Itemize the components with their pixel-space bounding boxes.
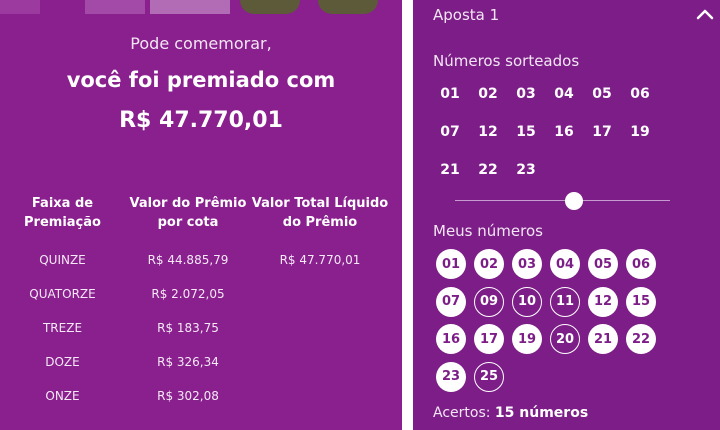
my-number-hit: 05: [588, 249, 618, 279]
header-tier-line2: Premiação: [24, 215, 101, 230]
header-tier: Faixa de Premiação: [10, 194, 115, 232]
header-total-line2: do Prêmio: [282, 215, 358, 230]
drawn-number: 01: [440, 86, 460, 102]
hits-summary: Acertos: 15 números: [433, 405, 588, 421]
my-number-hit: 21: [588, 324, 618, 354]
drawn-number: 05: [592, 86, 612, 102]
congrats-text: Pode comemorar,: [130, 34, 272, 53]
header-per-share-line1: Valor do Prêmio: [129, 196, 247, 211]
my-number-miss: 25: [474, 361, 504, 392]
my-number-hit: 22: [626, 324, 656, 354]
row-tier: QUATORZE: [29, 287, 96, 301]
my-number-hit: 16: [436, 324, 466, 354]
drawn-number: 12: [478, 124, 498, 140]
my-number-hit: 04: [550, 249, 580, 279]
row-tier: QUINZE: [39, 253, 86, 267]
my-number-miss: 20: [550, 324, 580, 354]
drawn-number: 15: [516, 124, 536, 140]
row-per-share: R$ 183,75: [157, 321, 219, 335]
hits-value: 15 números: [494, 405, 589, 421]
drawn-number: 23: [516, 162, 536, 178]
my-number-hit: 15: [626, 286, 656, 317]
header-total-line1: Valor Total Líquido: [251, 196, 389, 211]
my-numbers-label: Meus números: [433, 222, 543, 240]
chevron-up-icon[interactable]: [694, 4, 716, 26]
row-tier: ONZE: [45, 389, 80, 403]
header-tier-line1: Faixa de: [31, 196, 94, 211]
bet-panel: Aposta 1 Números sorteados 01 02 03 04 05 06 0…: [413, 0, 720, 430]
my-number-hit: 23: [436, 361, 466, 392]
my-number-hit: 12: [588, 286, 618, 317]
drawn-number: 16: [554, 124, 574, 140]
my-number-miss: 09: [474, 286, 504, 317]
scroll-slider-track[interactable]: [455, 200, 670, 201]
hits-label: Acertos:: [433, 405, 491, 421]
prize-line: você foi premiado com: [66, 68, 336, 92]
row-total: R$ 47.770,01: [279, 253, 361, 267]
drawn-number: 03: [516, 86, 536, 102]
my-number-miss: 11: [550, 286, 580, 317]
drawn-number: 17: [592, 124, 612, 140]
my-number-hit: 19: [512, 324, 542, 354]
drawn-number: 07: [440, 124, 460, 140]
header-total: Valor Total Líquido do Prêmio: [250, 194, 390, 232]
my-number-hit: 01: [436, 249, 466, 279]
header-per-share: Valor do Prêmio por cota: [118, 194, 258, 232]
header-per-share-line2: por cota: [157, 215, 219, 230]
row-tier: DOZE: [45, 355, 80, 369]
my-number-hit: 17: [474, 324, 504, 354]
my-number-hit: 07: [436, 286, 466, 317]
my-number-hit: 06: [626, 249, 656, 279]
row-per-share: R$ 302,08: [157, 389, 219, 403]
row-per-share: R$ 326,34: [157, 355, 219, 369]
drawn-number: 19: [630, 124, 650, 140]
drawn-number: 04: [554, 86, 574, 102]
my-number-hit: 02: [474, 249, 504, 279]
drawn-number: 22: [478, 162, 498, 178]
prize-value: R$ 47.770,01: [119, 108, 283, 133]
banner-image: [0, 0, 402, 16]
bet-title: Aposta 1: [433, 6, 500, 24]
row-per-share: R$ 2.072,05: [151, 287, 225, 301]
drawn-number: 06: [630, 86, 650, 102]
drawn-number: 21: [440, 162, 460, 178]
drawn-number: 02: [478, 86, 498, 102]
scroll-slider-thumb[interactable]: [565, 192, 583, 210]
my-number-miss: 10: [512, 286, 542, 317]
row-tier: TREZE: [42, 321, 83, 335]
drawn-numbers-label: Números sorteados: [433, 52, 580, 70]
my-number-hit: 03: [512, 249, 542, 279]
result-panel: Pode comemorar, você foi premiado com R$…: [0, 0, 402, 430]
row-per-share: R$ 44.885,79: [147, 253, 229, 267]
